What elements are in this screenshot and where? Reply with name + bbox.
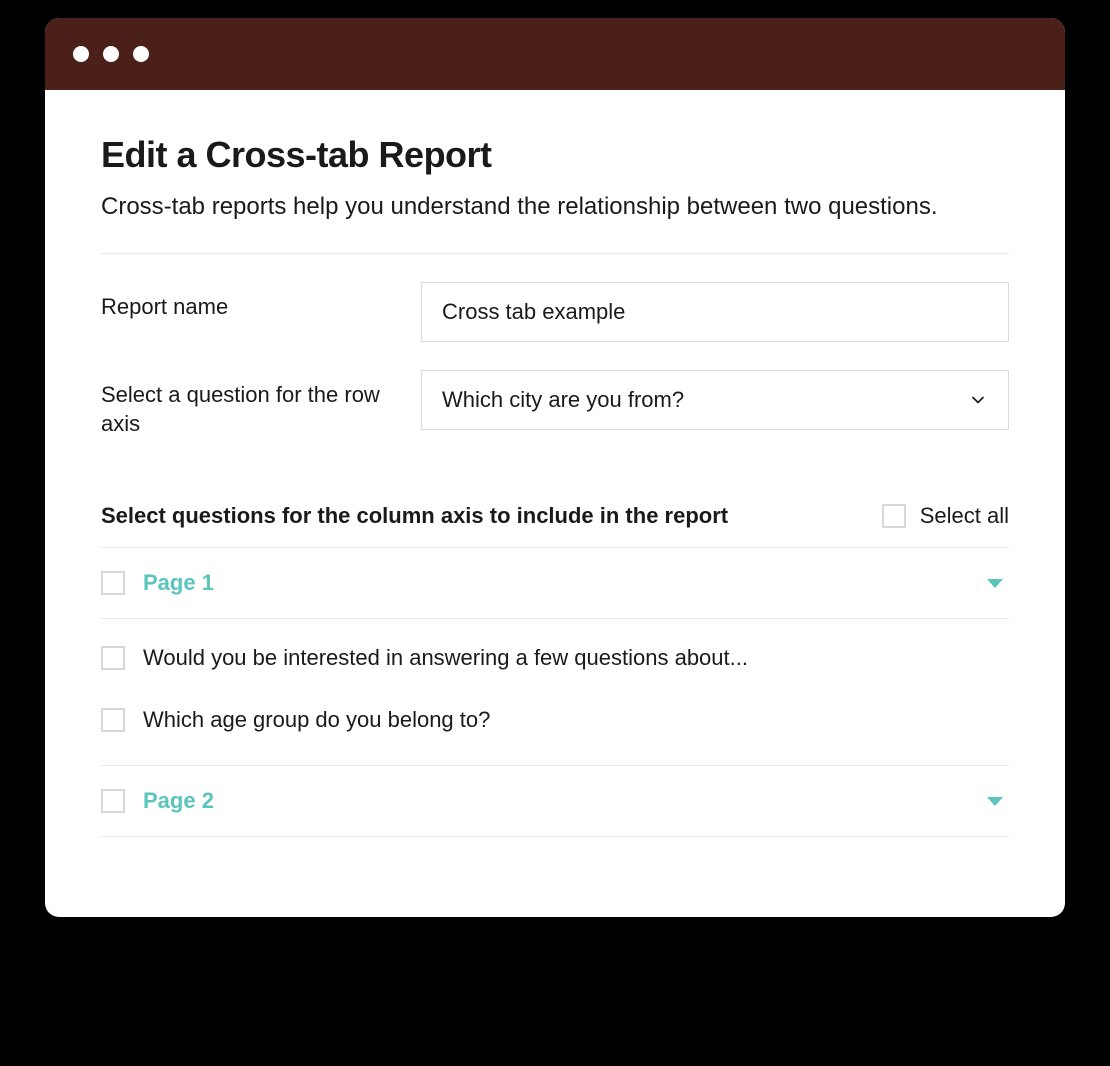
- column-axis-heading: Select questions for the column axis to …: [101, 503, 728, 529]
- question-1-checkbox[interactable]: [101, 646, 125, 670]
- question-row: Which age group do you belong to?: [101, 689, 1009, 751]
- page-1-label: Page 1: [143, 570, 969, 596]
- select-all-checkbox[interactable]: [882, 504, 906, 528]
- page-2-checkbox[interactable]: [101, 789, 125, 813]
- caret-down-icon: [987, 579, 1003, 588]
- question-1-text: Would you be interested in answering a f…: [143, 645, 748, 671]
- row-axis-row: Select a question for the row axis Which…: [101, 342, 1009, 439]
- page-2-header-row[interactable]: Page 2: [101, 765, 1009, 837]
- chevron-down-icon: [968, 390, 988, 410]
- page-2-label: Page 2: [143, 788, 969, 814]
- question-row: Would you be interested in answering a f…: [101, 618, 1009, 689]
- page-subtitle: Cross-tab reports help you understand th…: [101, 190, 1009, 225]
- row-axis-label: Select a question for the row axis: [101, 370, 381, 439]
- content-area: Edit a Cross-tab Report Cross-tab report…: [45, 90, 1065, 917]
- page-1-questions: Would you be interested in answering a f…: [101, 618, 1009, 765]
- app-window: Edit a Cross-tab Report Cross-tab report…: [45, 18, 1065, 917]
- titlebar: [45, 18, 1065, 90]
- report-name-row: Report name: [101, 254, 1009, 342]
- report-name-label: Report name: [101, 282, 381, 322]
- window-dot-2[interactable]: [103, 46, 119, 62]
- row-axis-select[interactable]: Which city are you from?: [421, 370, 1009, 430]
- page-1-checkbox[interactable]: [101, 571, 125, 595]
- question-2-text: Which age group do you belong to?: [143, 707, 490, 733]
- row-axis-value: Which city are you from?: [442, 387, 684, 413]
- report-name-input[interactable]: [421, 282, 1009, 342]
- select-all-label: Select all: [920, 503, 1009, 529]
- caret-down-icon: [987, 797, 1003, 806]
- window-dot-3[interactable]: [133, 46, 149, 62]
- question-2-checkbox[interactable]: [101, 708, 125, 732]
- window-dot-1[interactable]: [73, 46, 89, 62]
- select-all-group: Select all: [882, 503, 1009, 529]
- column-axis-heading-row: Select questions for the column axis to …: [101, 503, 1009, 529]
- page-title: Edit a Cross-tab Report: [101, 134, 1009, 176]
- page-1-header-row[interactable]: Page 1: [101, 547, 1009, 618]
